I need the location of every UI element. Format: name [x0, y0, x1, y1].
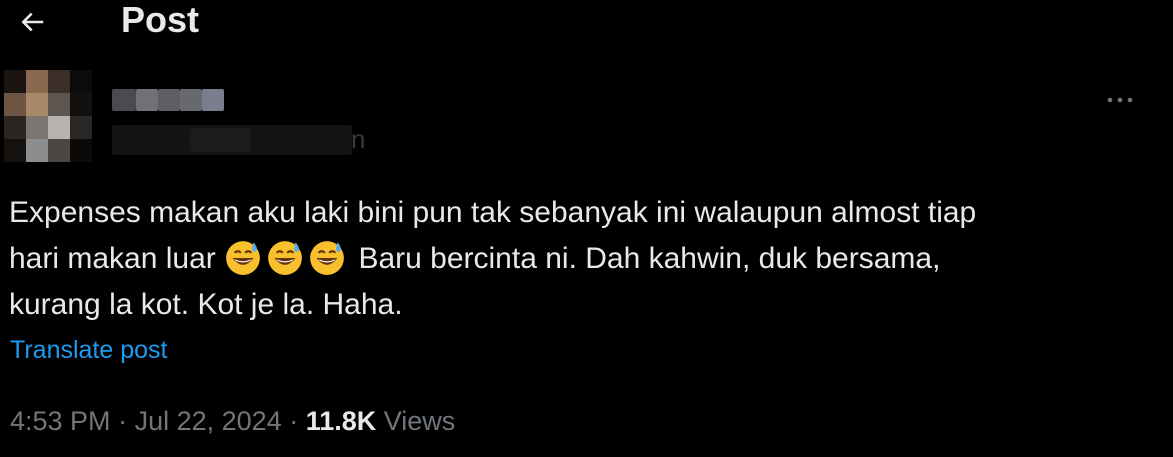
handle-fragment: n — [351, 124, 366, 154]
post-text-line-2: hari makan luar Baru bercinta ni. Dah ka… — [9, 236, 1159, 282]
post-time[interactable]: 4:53 PM — [10, 406, 111, 436]
grinning-face-with-sweat-icon — [310, 241, 344, 275]
post-text-line-1: Expenses makan aku laki bini pun tak seb… — [9, 196, 977, 229]
post-text: Expenses makan aku laki bini pun tak seb… — [9, 190, 1159, 328]
meta-separator: · — [110, 406, 135, 436]
meta-separator: · — [281, 406, 306, 436]
post-date[interactable]: Jul 22, 2024 — [135, 406, 282, 436]
more-options-button[interactable] — [1102, 86, 1138, 114]
page-title: Post — [121, 0, 200, 40]
grinning-face-with-sweat-icon — [226, 241, 260, 275]
more-dots-icon — [1107, 97, 1133, 103]
avatar[interactable] — [4, 70, 92, 162]
top-bar: Post — [0, 0, 1173, 44]
post-text-line-3: kurang la kot. Kot je la. Haha. — [9, 288, 403, 321]
grinning-face-with-sweat-icon — [268, 241, 302, 275]
translate-post-link[interactable]: Translate post — [10, 336, 167, 365]
emoji-group — [224, 241, 358, 275]
views-label: Views — [376, 406, 456, 436]
arrow-left-icon — [21, 12, 44, 32]
post-meta: 4:53 PM · Jul 22, 2024 · 11.8K Views — [10, 403, 455, 439]
back-button[interactable] — [12, 2, 52, 42]
views-count[interactable]: 11.8K — [306, 406, 377, 436]
